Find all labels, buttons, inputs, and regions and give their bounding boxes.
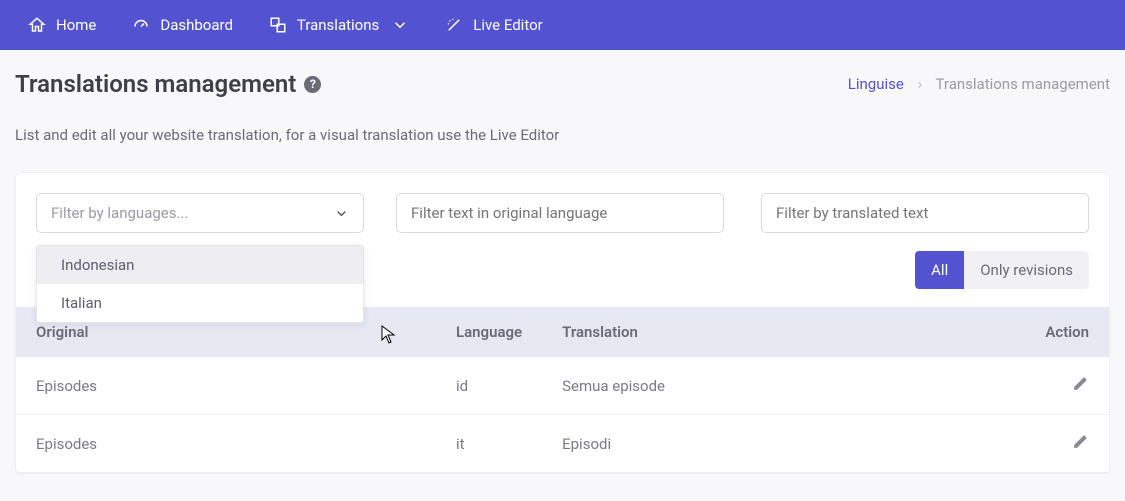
breadcrumb: Linguise › Translations management — [848, 75, 1110, 93]
toggle-all[interactable]: All — [915, 251, 964, 289]
page-subtitle: List and edit all your website translati… — [15, 126, 1110, 144]
nav-home[interactable]: Home — [10, 0, 114, 50]
gauge-icon — [132, 16, 150, 34]
view-toggle: All Only revisions — [915, 251, 1089, 289]
breadcrumb-root[interactable]: Linguise — [848, 75, 904, 93]
wand-icon — [445, 16, 463, 34]
breadcrumb-current: Translations management — [936, 75, 1110, 93]
page-title-text: Translations management — [15, 70, 296, 98]
col-action: Action — [1009, 307, 1109, 357]
table-row: Episodes it Episodi — [16, 415, 1109, 473]
edit-icon[interactable] — [1072, 433, 1089, 450]
translations-table: Original Language Translation Action Epi… — [16, 307, 1109, 473]
cell-language: id — [436, 357, 542, 415]
cell-action — [1009, 415, 1109, 473]
nav-live-editor[interactable]: Live Editor — [427, 0, 560, 50]
language-filter-placeholder: Filter by languages... — [51, 204, 188, 222]
col-translation: Translation — [542, 307, 1009, 357]
chevron-down-icon — [334, 206, 349, 221]
nav-live-editor-label: Live Editor — [473, 16, 542, 34]
breadcrumb-separator: › — [918, 75, 923, 93]
table-row: Episodes id Semua episode — [16, 357, 1109, 415]
nav-home-label: Home — [56, 16, 96, 34]
cell-translation: Episodi — [542, 415, 1009, 473]
page-content: Translations management ? Linguise › Tra… — [0, 50, 1125, 494]
language-dropdown: Indonesian Italian — [36, 245, 364, 323]
toggle-revisions[interactable]: Only revisions — [964, 251, 1089, 289]
cell-original: Episodes — [16, 357, 436, 415]
nav-dashboard-label: Dashboard — [160, 16, 233, 34]
nav-dashboard[interactable]: Dashboard — [114, 0, 251, 50]
cell-action — [1009, 357, 1109, 415]
language-filter-select[interactable]: Filter by languages... — [36, 193, 364, 233]
chevron-down-icon — [391, 16, 409, 34]
main-navbar: Home Dashboard Translations Live Editor — [0, 0, 1125, 50]
col-language: Language — [436, 307, 542, 357]
nav-translations[interactable]: Translations — [251, 0, 427, 50]
help-icon[interactable]: ? — [304, 76, 321, 93]
dropdown-option-italian[interactable]: Italian — [37, 284, 363, 322]
nav-translations-label: Translations — [297, 16, 379, 34]
translate-icon — [269, 16, 287, 34]
page-title: Translations management ? — [15, 70, 321, 98]
translations-card: Filter by languages... Indonesian Italia… — [15, 172, 1110, 474]
dropdown-option-indonesian[interactable]: Indonesian — [37, 246, 363, 284]
home-icon — [28, 16, 46, 34]
edit-icon[interactable] — [1072, 375, 1089, 392]
mouse-cursor — [381, 325, 397, 345]
cell-original: Episodes — [16, 415, 436, 473]
cell-language: it — [436, 415, 542, 473]
translated-text-filter-input[interactable] — [761, 193, 1089, 233]
cell-translation: Semua episode — [542, 357, 1009, 415]
original-text-filter-input[interactable] — [396, 193, 724, 233]
